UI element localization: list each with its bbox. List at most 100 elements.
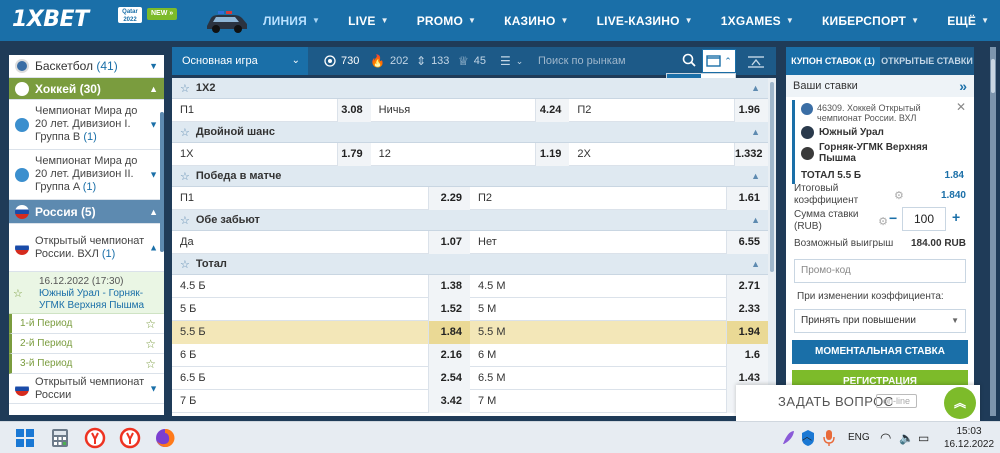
odd-button[interactable]: 1.6	[726, 344, 768, 367]
outcome-label[interactable]: 2X	[569, 143, 734, 166]
nav-item-1[interactable]: LIVE ▼	[348, 14, 389, 28]
layout-toggle-button[interactable]: ⌃	[702, 49, 736, 73]
firefox-icon[interactable]	[154, 427, 176, 449]
chevron-up-icon[interactable]: ︽	[944, 387, 976, 419]
odd-button[interactable]: 3.08	[336, 99, 371, 122]
sidebar-item-basketball[interactable]: Баскетбол (41) ▼	[9, 55, 164, 78]
filter-list[interactable]: ☰ ⌄	[500, 47, 523, 75]
feather-icon[interactable]	[780, 429, 796, 447]
outcome-label[interactable]: 7 М	[470, 390, 726, 413]
odd-button[interactable]: 1.332	[734, 143, 768, 166]
game-select[interactable]: Основная игра ⌄	[172, 47, 308, 75]
outcome-label[interactable]: П1	[172, 187, 428, 210]
nav-item-5[interactable]: 1XGAMES ▼	[721, 14, 794, 28]
star-icon[interactable]: ☆	[180, 126, 190, 139]
market-search-input[interactable]	[538, 51, 694, 71]
close-icon[interactable]: ✕	[956, 100, 966, 114]
star-icon[interactable]: ☆	[13, 288, 23, 300]
clock[interactable]: 15:03 16.12.2022	[944, 425, 994, 451]
market-header[interactable]: ☆ Обе забьют ▲	[172, 210, 768, 231]
coupon-scrollbar[interactable]	[990, 47, 996, 416]
nav-item-6[interactable]: КИБЕРСПОРТ ▼	[822, 14, 919, 28]
collapse-icon[interactable]	[746, 53, 766, 69]
odd-button[interactable]: 1.52	[428, 298, 470, 321]
outcome-label[interactable]: 12	[371, 143, 536, 166]
market-header[interactable]: ☆ Тотал ▲	[172, 254, 768, 275]
star-icon[interactable]: ☆	[145, 337, 156, 351]
sidebar-category-russia[interactable]: Россия (5) ▲	[9, 200, 164, 224]
sidebar-category-hockey[interactable]: Хоккей (30) ▲	[9, 78, 164, 100]
language-indicator[interactable]: ENG	[848, 422, 870, 453]
star-icon[interactable]: ☆	[180, 82, 190, 95]
nav-item-3[interactable]: КАЗИНО ▼	[504, 14, 568, 28]
scroll-thumb[interactable]	[770, 82, 774, 272]
odd-button[interactable]: 1.96	[734, 99, 768, 122]
sidebar-match[interactable]: ☆ 16.12.2022 (17:30) Южный Урал - Горняк…	[9, 272, 164, 314]
scroll-thumb[interactable]	[991, 59, 995, 93]
sidebar-period-item[interactable]: 3-й Период ☆	[9, 354, 164, 374]
minus-button[interactable]: −	[889, 210, 897, 226]
star-icon[interactable]: ☆	[180, 214, 190, 227]
calculator-icon[interactable]	[49, 427, 71, 449]
odd-button[interactable]: 1.94	[726, 321, 768, 344]
plus-button[interactable]: +	[952, 209, 960, 225]
star-icon[interactable]: ☆	[145, 317, 156, 331]
odd-button[interactable]: 1.84	[428, 321, 470, 344]
sidebar-period-item[interactable]: 2-й Период ☆	[9, 334, 164, 354]
star-icon[interactable]: ☆	[180, 170, 190, 183]
odd-button[interactable]: 2.71	[726, 275, 768, 298]
ask-question-widget[interactable]: ЗАДАТЬ ВОПРОС on-line ︽	[736, 385, 980, 421]
chevron-up-icon[interactable]: ︿	[802, 422, 812, 453]
star-icon[interactable]: ☆	[145, 357, 156, 371]
outcome-label[interactable]: 4.5 Б	[172, 275, 428, 298]
outcome-label[interactable]: 1X	[172, 143, 337, 166]
wifi-icon[interactable]: ◠	[880, 422, 891, 453]
promo-code-input[interactable]: Промо-код	[794, 259, 966, 283]
odd-button[interactable]: 2.33	[726, 298, 768, 321]
outcome-label[interactable]: 6.5 М	[470, 367, 726, 390]
filter-updown[interactable]: ⇕ 133	[416, 47, 449, 75]
sidebar-league-item[interactable]: Чемпионат Мира до 20 лет. Дивизион I. Гр…	[9, 100, 164, 150]
yandex-browser-icon[interactable]	[119, 427, 141, 449]
outcome-label[interactable]: П1	[172, 99, 337, 122]
market-header[interactable]: ☆ 1X2 ▲	[172, 78, 768, 99]
tab-open-bets[interactable]: ОТКРЫТЫЕ СТАВКИ	[880, 47, 974, 75]
outcome-label[interactable]: 5 Б	[172, 298, 428, 321]
outcome-label[interactable]: 4.5 М	[470, 275, 726, 298]
filter-all[interactable]: 730	[324, 47, 359, 75]
outcome-label[interactable]: 5.5 Б	[172, 321, 428, 344]
outcome-label[interactable]: 6.5 Б	[172, 367, 428, 390]
tab-coupon[interactable]: КУПОН СТАВОК (1)	[786, 47, 880, 75]
market-header[interactable]: ☆ Двойной шанс ▲	[172, 122, 768, 143]
search-icon[interactable]	[682, 53, 696, 67]
odd-button[interactable]: 2.29	[428, 187, 470, 210]
outcome-label[interactable]: Да	[172, 231, 428, 254]
yandex-browser-icon[interactable]	[84, 427, 106, 449]
odd-button[interactable]: 2.16	[428, 344, 470, 367]
odds-change-select[interactable]: Принять при повышении ▼	[794, 309, 966, 333]
stake-input[interactable]: 100	[902, 207, 946, 231]
sidebar-league-item[interactable]: Чемпионат Мира до 20 лет. Дивизион II. Г…	[9, 150, 164, 200]
nav-item-2[interactable]: PROMO ▼	[417, 14, 476, 28]
outcome-label[interactable]: 7 Б	[172, 390, 428, 413]
logo[interactable]: 1XBET	[12, 6, 112, 34]
odd-button[interactable]: 1.19	[535, 143, 570, 166]
gear-icon[interactable]: ⚙	[878, 215, 888, 228]
odd-button[interactable]: 1.38	[428, 275, 470, 298]
outcome-label[interactable]: 6 М	[470, 344, 726, 367]
odd-button[interactable]: 1.61	[726, 187, 768, 210]
double-chevron-right-icon[interactable]: »	[959, 78, 967, 94]
sidebar-league-item[interactable]: Открытый чемпионат России ▼	[9, 374, 164, 404]
outcome-label[interactable]: 5.5 М	[470, 321, 726, 344]
nav-item-7[interactable]: ЕЩЁ ▼	[947, 14, 989, 28]
outcome-label[interactable]: 6 Б	[172, 344, 428, 367]
filter-trophy[interactable]: ♕ 45	[458, 47, 486, 75]
odd-button[interactable]: 1.79	[336, 143, 371, 166]
nav-item-4[interactable]: LIVE-КАЗИНО ▼	[597, 14, 693, 28]
battery-icon[interactable]: ▭	[918, 422, 929, 453]
filter-popular[interactable]: 🔥 202	[370, 47, 408, 75]
outcome-label[interactable]: 5 М	[470, 298, 726, 321]
star-icon[interactable]: ☆	[180, 258, 190, 271]
odd-button[interactable]: 4.24	[535, 99, 570, 122]
car-icon[interactable]	[204, 8, 250, 34]
